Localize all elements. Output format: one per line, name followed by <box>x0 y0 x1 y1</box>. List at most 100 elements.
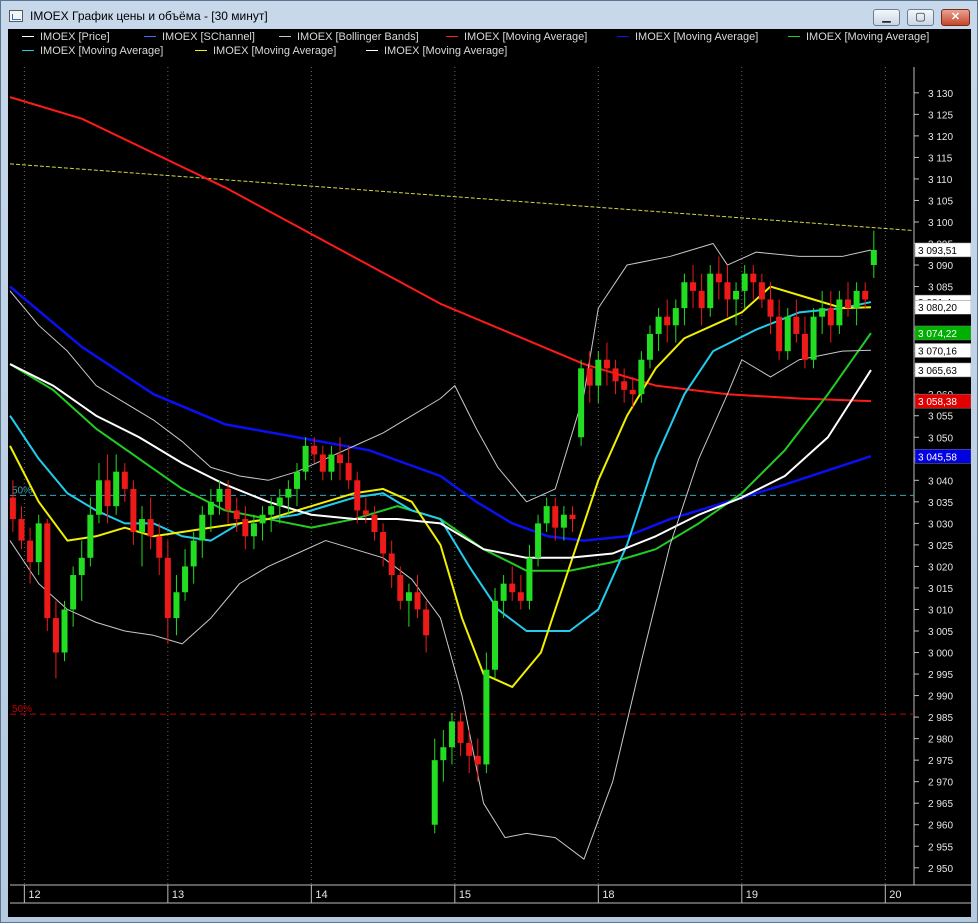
price-label-text: 3 070,16 <box>918 346 957 357</box>
legend-label: IMOEX [Moving Average] <box>384 45 508 57</box>
candle-body <box>466 742 473 756</box>
candle[interactable] <box>483 652 490 774</box>
legend-item: IMOEX [Moving Average] <box>617 31 758 44</box>
candle-body <box>776 316 783 352</box>
time-tick-label: 14 <box>315 889 327 901</box>
price-tick-label: 3 090 <box>928 261 953 272</box>
candle-body <box>345 463 352 481</box>
price-tick-label: 3 040 <box>928 476 953 487</box>
candle[interactable] <box>44 519 51 631</box>
candle-body <box>276 497 283 507</box>
candle-body <box>793 316 800 334</box>
candle-body <box>655 316 662 334</box>
title-bar[interactable]: IMOEX График цены и объёма - [30 минут] … <box>1 1 977 31</box>
candle-body <box>164 557 171 619</box>
chart-area[interactable]: 50% 50% 2 950 2 955 2 960 2 965 2 970 2 975 2 9… <box>8 29 971 917</box>
legend: IMOEX [Price] IMOEX [SChannel] IMOEX [Boll… <box>8 29 971 63</box>
candle-body <box>216 488 223 502</box>
candle-body <box>95 480 102 515</box>
candle[interactable] <box>810 308 817 369</box>
legend-swatch <box>195 49 207 51</box>
price-tick-label: 3 115 <box>928 153 953 164</box>
price-label: 3 065,63 <box>914 362 971 378</box>
candle-body <box>35 523 42 563</box>
candle-body <box>741 273 748 291</box>
candle-body <box>121 471 128 489</box>
price-tick-label: 3 085 <box>928 283 953 294</box>
price-label: 3 080,20 <box>914 299 971 315</box>
close-button[interactable]: ✕ <box>941 9 970 26</box>
candle-body <box>371 514 378 532</box>
candle-body <box>578 368 585 438</box>
candle-body <box>18 519 25 541</box>
price-tick-label: 3 125 <box>928 110 953 121</box>
price-tick-label: 3 100 <box>928 218 953 229</box>
candle-body <box>293 471 300 489</box>
maximize-button[interactable]: ▢ <box>907 9 934 26</box>
price-tick-label: 3 010 <box>928 605 953 616</box>
candle-body <box>448 721 455 748</box>
legend-label: IMOEX [Moving Average] <box>40 45 164 57</box>
candle-body <box>440 747 447 761</box>
price-label: 3 074,22 <box>914 325 971 341</box>
candle-body <box>147 519 154 537</box>
legend-label: IMOEX [Moving Average] <box>213 45 337 57</box>
price-tick-label: 3 000 <box>928 649 953 660</box>
price-tick-label: 3 055 <box>928 412 953 423</box>
legend-swatch <box>446 35 458 37</box>
candle-body <box>543 506 550 524</box>
legend-item: IMOEX [SChannel] <box>144 31 255 44</box>
candle-body <box>603 359 610 369</box>
candle-body <box>130 488 137 532</box>
candle-body <box>801 333 808 360</box>
candle-body <box>698 290 705 309</box>
candle-body <box>354 480 361 511</box>
candle-body <box>733 290 740 300</box>
candle-body <box>199 514 206 541</box>
time-tick-label: 19 <box>746 889 758 901</box>
price-tick-label: 3 035 <box>928 498 953 509</box>
candle-body <box>225 488 232 511</box>
candle-body <box>233 510 240 520</box>
legend-item: IMOEX [Moving Average] <box>788 31 929 44</box>
candle-body <box>758 282 765 300</box>
minimize-button[interactable]: ▁ <box>873 9 900 26</box>
price-tick-label: 3 005 <box>928 627 953 638</box>
candle-body <box>362 510 369 515</box>
candle-body <box>870 249 877 266</box>
candle-body <box>156 536 163 558</box>
price-tick-label: 2 990 <box>928 692 953 703</box>
price-label-text: 3 074,22 <box>918 329 957 340</box>
price-tick-label: 2 995 <box>928 670 953 681</box>
legend-item: IMOEX [Moving Average] <box>446 31 587 44</box>
price-label-text: 3 080,20 <box>918 303 957 314</box>
candle-body <box>595 359 602 386</box>
candle-body <box>104 480 111 507</box>
legend-item: IMOEX [Price] <box>22 31 110 44</box>
candle-body <box>819 308 826 317</box>
legend-label: IMOEX [Moving Average] <box>464 31 588 43</box>
price-chart[interactable]: 50% 50% 2 950 2 955 2 960 2 965 2 970 2 975 2 9… <box>8 29 971 917</box>
candle-body <box>724 282 731 300</box>
candle-body <box>52 618 59 653</box>
price-tick-label: 2 950 <box>928 864 953 875</box>
time-tick-label: 15 <box>459 889 471 901</box>
time-tick-label: 12 <box>28 889 40 901</box>
candle-body <box>242 519 249 537</box>
candle-body <box>388 553 395 576</box>
candle[interactable] <box>578 359 585 446</box>
price-label: 3 045,58 <box>914 449 971 464</box>
candle-body <box>70 575 77 610</box>
candle-body <box>207 501 214 515</box>
candle-body <box>836 299 843 326</box>
legend-item: IMOEX [Moving Average] <box>22 45 163 58</box>
time-tick-label: 13 <box>172 889 184 901</box>
legend-item: IMOEX [Bollinger Bands] <box>279 31 419 44</box>
price-label-text: 3 093,51 <box>918 246 957 257</box>
candle-body <box>621 381 628 390</box>
candle[interactable] <box>492 587 499 679</box>
candle[interactable] <box>61 600 68 662</box>
candle-body <box>672 308 679 326</box>
candle-body <box>862 290 869 300</box>
candle-body <box>509 583 516 593</box>
